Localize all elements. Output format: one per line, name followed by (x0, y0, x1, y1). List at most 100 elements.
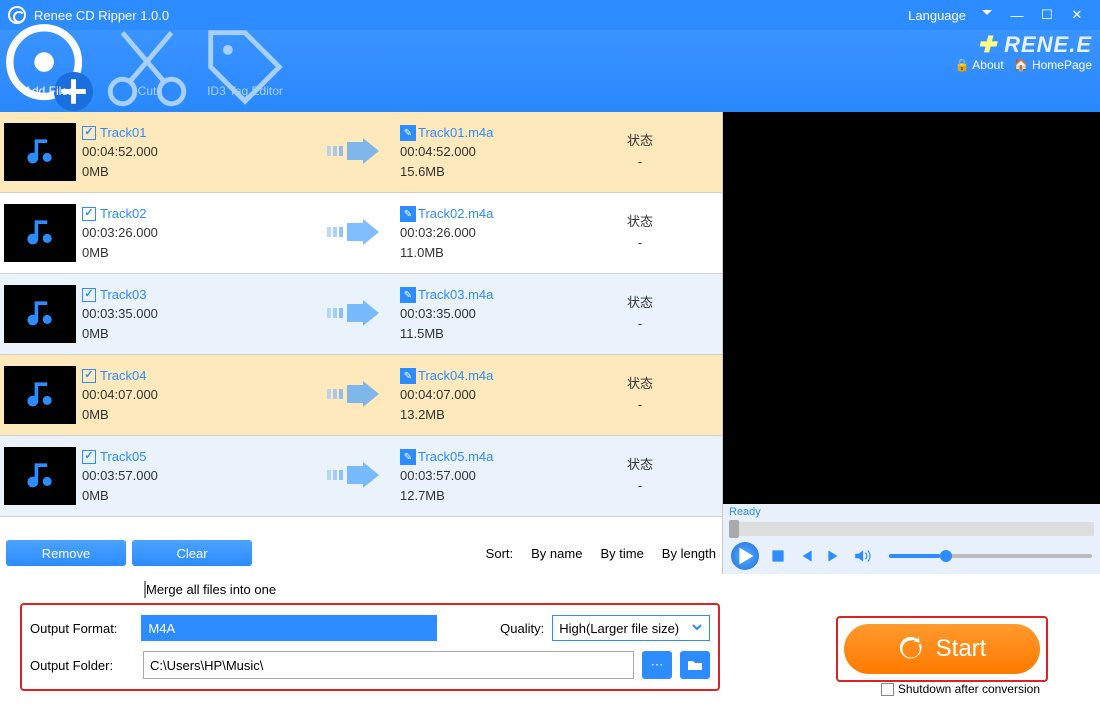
cd-plus-icon (0, 50, 98, 84)
output-name: Track01.m4a (418, 125, 493, 140)
clear-button[interactable]: Clear (132, 540, 252, 566)
volume-slider[interactable] (889, 554, 1092, 558)
status-value: - (600, 476, 680, 497)
track-row[interactable]: ✓Track0200:03:26.0000MB✎Track02.m4a00:03… (0, 193, 722, 274)
refresh-icon (898, 636, 924, 662)
prev-button[interactable] (797, 547, 815, 565)
sort-by-time[interactable]: By time (600, 546, 643, 561)
player-controls (723, 538, 1100, 574)
track-duration: 00:04:07.000 (82, 385, 310, 405)
output-size: 13.2MB (400, 405, 600, 425)
edit-icon[interactable]: ✎ (400, 449, 416, 465)
output-format-combo[interactable]: M4A (141, 615, 437, 641)
remove-button[interactable]: Remove (6, 540, 126, 566)
track-size: 0MB (82, 162, 310, 182)
arrow-icon (310, 217, 400, 250)
track-checkbox[interactable]: ✓ (82, 450, 96, 464)
output-size: 12.7MB (400, 486, 600, 506)
sort-by-name[interactable]: By name (531, 546, 582, 561)
edit-icon[interactable]: ✎ (400, 206, 416, 222)
arrow-icon (310, 460, 400, 493)
track-checkbox[interactable]: ✓ (82, 126, 96, 140)
maximize-button[interactable]: ☐ (1032, 7, 1062, 23)
output-duration: 00:03:35.000 (400, 304, 600, 324)
output-name: Track04.m4a (418, 368, 493, 383)
language-dropdown[interactable] (972, 7, 1002, 23)
add-files-button[interactable]: Add Files (0, 44, 98, 98)
status-label: 状态 (600, 293, 680, 314)
minimize-button[interactable]: — (1002, 8, 1032, 23)
status-label: 状态 (600, 374, 680, 395)
arrow-icon (310, 136, 400, 169)
shutdown-checkbox[interactable] (881, 683, 894, 696)
track-name: Track03 (100, 285, 146, 305)
chevron-down-icon (418, 621, 430, 636)
track-duration: 00:03:26.000 (82, 223, 310, 243)
track-name: Track02 (100, 204, 146, 224)
output-size: 11.0MB (400, 243, 600, 263)
sort-by-length[interactable]: By length (662, 546, 716, 561)
id3-editor-button[interactable]: ID3 Tag Editor (196, 44, 294, 98)
about-link[interactable]: 🔒 About (955, 58, 1004, 72)
quality-combo[interactable]: High(Larger file size) (552, 615, 710, 641)
language-label: Language (908, 8, 966, 23)
track-duration: 00:03:57.000 (82, 466, 310, 486)
start-button[interactable]: Start (844, 624, 1040, 674)
browse-folder-button[interactable] (680, 651, 710, 679)
track-row[interactable]: ✓Track0100:04:52.0000MB✎Track01.m4a00:04… (0, 112, 722, 193)
brand-logo: ✚ RENE.E (955, 32, 1092, 58)
track-row[interactable]: ✓Track0300:03:35.0000MB✎Track03.m4a00:03… (0, 274, 722, 355)
list-button-row: Remove Clear Sort: By name By time By le… (0, 532, 722, 574)
output-duration: 00:04:07.000 (400, 385, 600, 405)
edit-icon[interactable]: ✎ (400, 125, 416, 141)
track-size: 0MB (82, 324, 310, 344)
output-name: Track05.m4a (418, 449, 493, 464)
edit-icon[interactable]: ✎ (400, 287, 416, 303)
track-checkbox[interactable]: ✓ (82, 207, 96, 221)
volume-icon[interactable] (853, 547, 871, 565)
track-size: 0MB (82, 243, 310, 263)
output-folder-label: Output Folder: (30, 658, 135, 673)
track-checkbox[interactable]: ✓ (82, 288, 96, 302)
toolbar: Add Files Cut ID3 Tag Editor ✚ RENE.E 🔒 … (0, 30, 1100, 112)
output-name: Track02.m4a (418, 206, 493, 221)
play-button[interactable] (731, 542, 759, 570)
merge-label: Merge all files into one (146, 582, 276, 597)
next-button[interactable] (825, 547, 843, 565)
scissors-icon (98, 50, 196, 84)
stop-button[interactable] (769, 547, 787, 565)
edit-icon[interactable]: ✎ (400, 368, 416, 384)
track-row[interactable]: ✓Track0400:04:07.0000MB✎Track04.m4a00:04… (0, 355, 722, 436)
start-highlight: Start (836, 616, 1048, 682)
track-row[interactable]: ✓Track0500:03:57.0000MB✎Track05.m4a00:03… (0, 436, 722, 517)
arrow-icon (310, 298, 400, 331)
output-settings-highlight: Output Format: M4A Quality: High(Larger … (20, 603, 720, 691)
track-size: 0MB (82, 405, 310, 425)
status-label: 状态 (600, 212, 680, 233)
output-format-label: Output Format: (30, 621, 133, 636)
homepage-link[interactable]: 🏠 HomePage (1014, 58, 1092, 72)
preview-panel (723, 112, 1100, 504)
shutdown-label: Shutdown after conversion (898, 682, 1040, 696)
quality-label: Quality: (485, 621, 544, 636)
output-name: Track03.m4a (418, 287, 493, 302)
status-value: - (600, 152, 680, 173)
cut-button[interactable]: Cut (98, 44, 196, 98)
track-list[interactable]: ✓Track0100:04:52.0000MB✎Track01.m4a00:04… (0, 112, 722, 532)
tag-icon (196, 50, 294, 84)
track-thumb-icon (4, 285, 76, 343)
track-name: Track04 (100, 366, 146, 386)
seek-slider[interactable] (729, 522, 1094, 536)
status-value: - (600, 233, 680, 254)
track-thumb-icon (4, 447, 76, 505)
output-duration: 00:04:52.000 (400, 142, 600, 162)
more-options-button[interactable]: ⋯ (642, 651, 672, 679)
track-thumb-icon (4, 366, 76, 424)
output-duration: 00:03:57.000 (400, 466, 600, 486)
track-duration: 00:04:52.000 (82, 142, 310, 162)
track-checkbox[interactable]: ✓ (82, 369, 96, 383)
output-folder-input[interactable]: C:\Users\HP\Music\ (143, 651, 634, 679)
track-name: Track05 (100, 447, 146, 467)
close-button[interactable]: ✕ (1062, 7, 1092, 23)
status-value: - (600, 395, 680, 416)
